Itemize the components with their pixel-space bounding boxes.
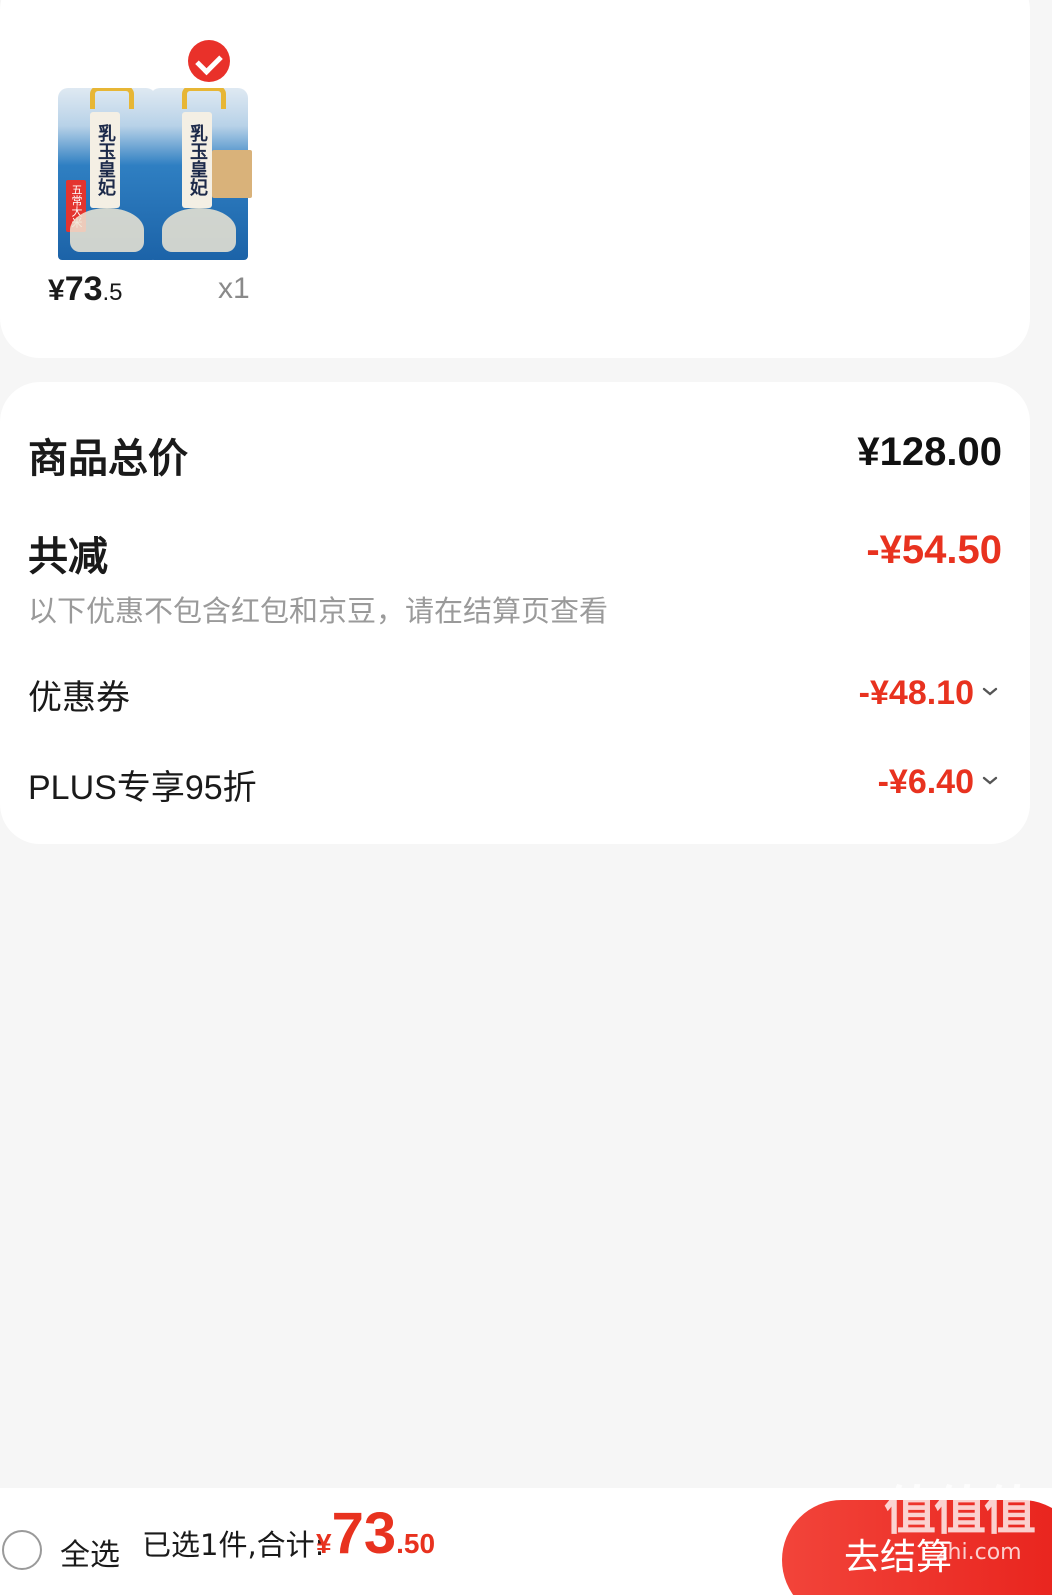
discount-note: 以下优惠不包含红包和京豆，请在结算页查看 [28,594,609,628]
item-selected-check-icon[interactable] [188,40,230,82]
bag-label: 乳玉皇妃 [182,112,212,208]
plus-discount-label[interactable]: PLUS专享95折 [28,760,257,809]
product-price: ¥ 73 .5 [48,270,123,309]
total-currency: ¥ [316,1528,332,1559]
select-all-radio[interactable] [2,1530,42,1570]
product-quantity[interactable]: x1 [218,272,250,306]
total-price-value: ¥128.00 [857,430,1002,474]
price-decimal: .5 [102,279,123,306]
cart-page: 乳玉皇妃 五常大米 乳玉皇妃 ¥ 73 .5 x1 商品总价 ¥128.00 共… [0,0,1052,1595]
chevron-down-icon[interactable] [982,684,998,700]
coupon-label[interactable]: 优惠券 [28,670,130,719]
watermark: 值值值 zhi.com [884,1482,1036,1564]
total-decimal: .50 [396,1528,436,1559]
watermark-sub: zhi.com [936,1540,1022,1565]
plus-discount-value[interactable]: -¥6.40 [878,763,974,802]
price-currency: ¥ [48,274,65,307]
selected-count-text: 已选1件,合计: [142,1528,325,1562]
total-integer: 73 [331,1501,397,1566]
total-price-label: 商品总价 [28,436,188,482]
rice-bag-graphic: 乳玉皇妃 五常大米 [58,88,156,260]
price-integer: 73 [64,270,103,308]
coupon-value[interactable]: -¥48.10 [859,674,974,713]
total-reduction-label: 共减 [28,534,108,580]
chevron-down-icon[interactable] [982,773,998,789]
cart-total-price: ¥ 73 .50 [316,1500,435,1567]
box-graphic [212,150,252,198]
total-reduction-value: -¥54.50 [866,528,1002,572]
product-image[interactable]: 乳玉皇妃 五常大米 乳玉皇妃 [52,70,252,260]
bag-label: 乳玉皇妃 [90,112,120,208]
select-all-label[interactable]: 全选 [60,1530,120,1574]
watermark-main: 值值值 [884,1482,1036,1542]
